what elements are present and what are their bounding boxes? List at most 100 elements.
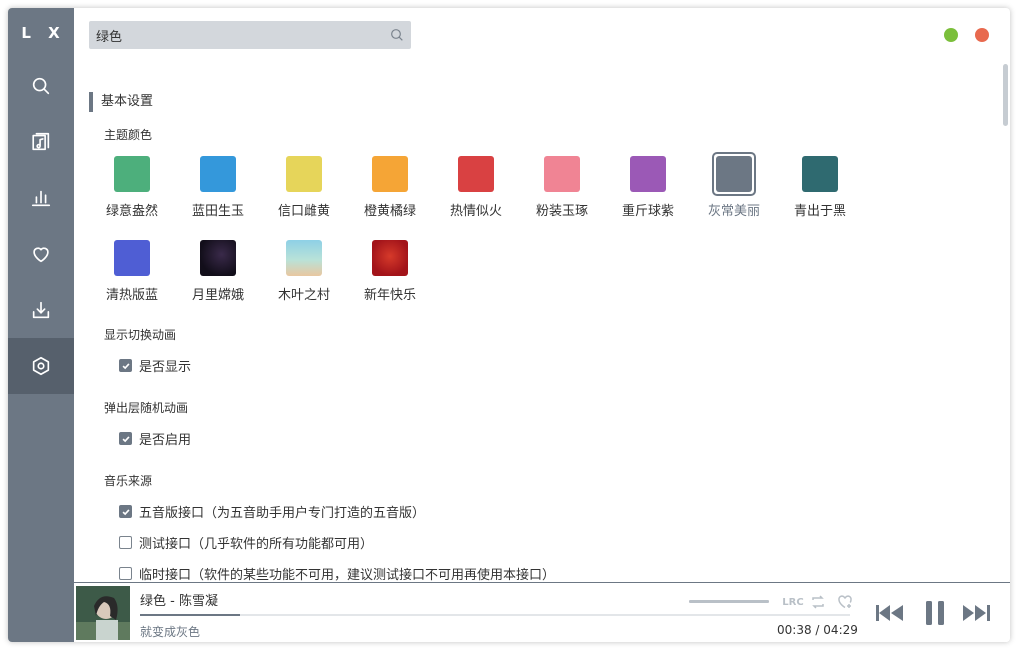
- animation-option-label: 是否显示: [139, 360, 192, 375]
- next-icon: [963, 605, 990, 621]
- previous-button[interactable]: [874, 597, 906, 629]
- theme-swatch: [200, 156, 236, 192]
- sidebar: L X: [8, 8, 74, 642]
- music-source-option[interactable]: 临时接口（软件的某些功能不可用，建议测试接口不可用再使用本接口）: [119, 564, 555, 582]
- theme-swatch: [372, 156, 408, 192]
- music-list-icon: [32, 132, 50, 151]
- progress-bar[interactable]: [140, 614, 850, 616]
- theme-option[interactable]: 粉装玉琢: [519, 156, 605, 219]
- app-window: L X 基本设置 主题: [8, 8, 1010, 642]
- close-button[interactable]: [975, 28, 989, 42]
- pause-icon: [926, 601, 944, 625]
- search-button[interactable]: [383, 21, 411, 49]
- theme-name: 木叶之村: [277, 288, 330, 303]
- theme-option[interactable]: 灰常美丽: [691, 152, 777, 219]
- search-input[interactable]: [89, 21, 383, 49]
- time-display: 00:38 / 04:29: [777, 623, 858, 637]
- previous-icon: [876, 605, 903, 621]
- theme-option[interactable]: 新年快乐: [347, 240, 433, 303]
- repeat-icon: [812, 595, 824, 609]
- theme-swatch: [802, 156, 838, 192]
- pause-button[interactable]: [919, 597, 951, 629]
- scrollbar-thumb[interactable]: [1003, 64, 1008, 126]
- lyrics-toggle[interactable]: LRC: [782, 593, 804, 611]
- theme-swatch: [114, 240, 150, 276]
- theme-name: 绿意盎然: [105, 204, 158, 219]
- theme-name: 月里嫦娥: [191, 288, 244, 303]
- album-cover[interactable]: [76, 586, 130, 640]
- player-bar: 绿色 - 陈雪凝 LRC 就变成灰色 00:38 / 04:29: [74, 582, 1010, 642]
- animation-checkbox[interactable]: 是否显示: [119, 356, 191, 375]
- chart-icon: [31, 190, 51, 207]
- search-icon: [32, 77, 50, 95]
- sidebar-item-settings[interactable]: [8, 338, 74, 394]
- theme-swatch: [372, 240, 408, 276]
- checkbox-unchecked: [119, 567, 132, 580]
- sidebar-item-songlist[interactable]: [8, 114, 74, 170]
- heart-plus-icon: [838, 595, 852, 609]
- theme-option[interactable]: 木叶之村: [261, 240, 347, 303]
- download-icon: [32, 301, 50, 319]
- volume-slider[interactable]: [689, 600, 769, 603]
- selected-theme-frame: [712, 152, 756, 196]
- theme-swatch: [286, 156, 322, 192]
- music-source-option[interactable]: 五音版接口（为五音助手用户专门打造的五音版）: [119, 502, 425, 521]
- popup-animation-checkbox[interactable]: 是否启用: [119, 429, 191, 448]
- theme-option[interactable]: 青出于黑: [777, 156, 863, 219]
- theme-name: 蓝田生玉: [191, 204, 244, 219]
- main-panel: 基本设置 主题颜色 绿意盎然 蓝田生玉 信口雌黄 橙黄橘绿 热情似火 粉装玉琢 重斤球紫 灰常…: [74, 8, 1010, 582]
- search-icon: [391, 29, 403, 41]
- next-button[interactable]: [960, 597, 992, 629]
- progress-fill: [140, 614, 241, 616]
- music-source-label: 临时接口（软件的某些功能不可用，建议测试接口不可用再使用本接口）: [139, 568, 556, 582]
- sidebar-item-search[interactable]: [8, 58, 74, 114]
- checkbox-checked: [119, 505, 132, 518]
- music-source-label: 五音版接口（为五音助手用户专门打造的五音版）: [139, 506, 426, 521]
- lyrics-icon: LRC: [782, 596, 804, 608]
- theme-name: 灰常美丽: [707, 204, 760, 219]
- theme-option[interactable]: 信口雌黄: [261, 156, 347, 219]
- theme-swatch: [114, 156, 150, 192]
- volume-slider-fill: [689, 600, 769, 603]
- current-lyric: 就变成灰色: [140, 625, 201, 639]
- checkbox-checked: [119, 359, 132, 372]
- current-time: 00:38: [777, 623, 812, 637]
- album-art-image: [76, 586, 130, 640]
- theme-name: 清热版蓝: [105, 288, 158, 303]
- sidebar-item-leaderboard[interactable]: [8, 170, 74, 226]
- heart-icon: [33, 247, 49, 263]
- sidebar-item-favorites[interactable]: [8, 226, 74, 282]
- theme-name: 新年快乐: [363, 288, 416, 303]
- theme-name: 重斤球紫: [621, 204, 674, 219]
- theme-option[interactable]: 绿意盎然: [89, 156, 175, 219]
- theme-swatch: [458, 156, 494, 192]
- song-title: 绿色 - 陈雪凝: [140, 594, 218, 609]
- music-source-option[interactable]: 测试接口（几乎软件的所有功能都可用）: [119, 533, 373, 552]
- total-time: 04:29: [823, 623, 858, 637]
- minimize-button[interactable]: [944, 28, 958, 42]
- loop-mode-button[interactable]: [809, 593, 827, 611]
- sidebar-item-download[interactable]: [8, 282, 74, 338]
- section-title: 基本设置: [89, 92, 153, 112]
- theme-option[interactable]: 蓝田生玉: [175, 156, 261, 219]
- checkbox-checked: [119, 432, 132, 445]
- theme-option[interactable]: 橙黄橘绿: [347, 156, 433, 219]
- theme-name: 青出于黑: [793, 204, 846, 219]
- checkbox-unchecked: [119, 536, 132, 549]
- theme-option[interactable]: 热情似火: [433, 156, 519, 219]
- favorite-button[interactable]: [836, 593, 854, 611]
- search-box[interactable]: [89, 21, 411, 49]
- music-source-label: 测试接口（几乎软件的所有功能都可用）: [139, 537, 374, 552]
- animation-label: 显示切换动画: [104, 328, 177, 342]
- theme-option[interactable]: 重斤球紫: [605, 156, 691, 219]
- theme-option[interactable]: 月里嫦娥: [175, 240, 261, 303]
- theme-name: 信口雌黄: [277, 204, 330, 219]
- theme-name: 粉装玉琢: [535, 204, 588, 219]
- theme-swatch: [544, 156, 580, 192]
- theme-option[interactable]: 清热版蓝: [89, 240, 175, 303]
- settings-icon: [32, 356, 50, 376]
- theme-swatch: [630, 156, 666, 192]
- music-source-label: 音乐来源: [104, 474, 153, 488]
- popup-animation-label: 弹出层随机动画: [104, 401, 189, 415]
- theme-swatch: [286, 240, 322, 276]
